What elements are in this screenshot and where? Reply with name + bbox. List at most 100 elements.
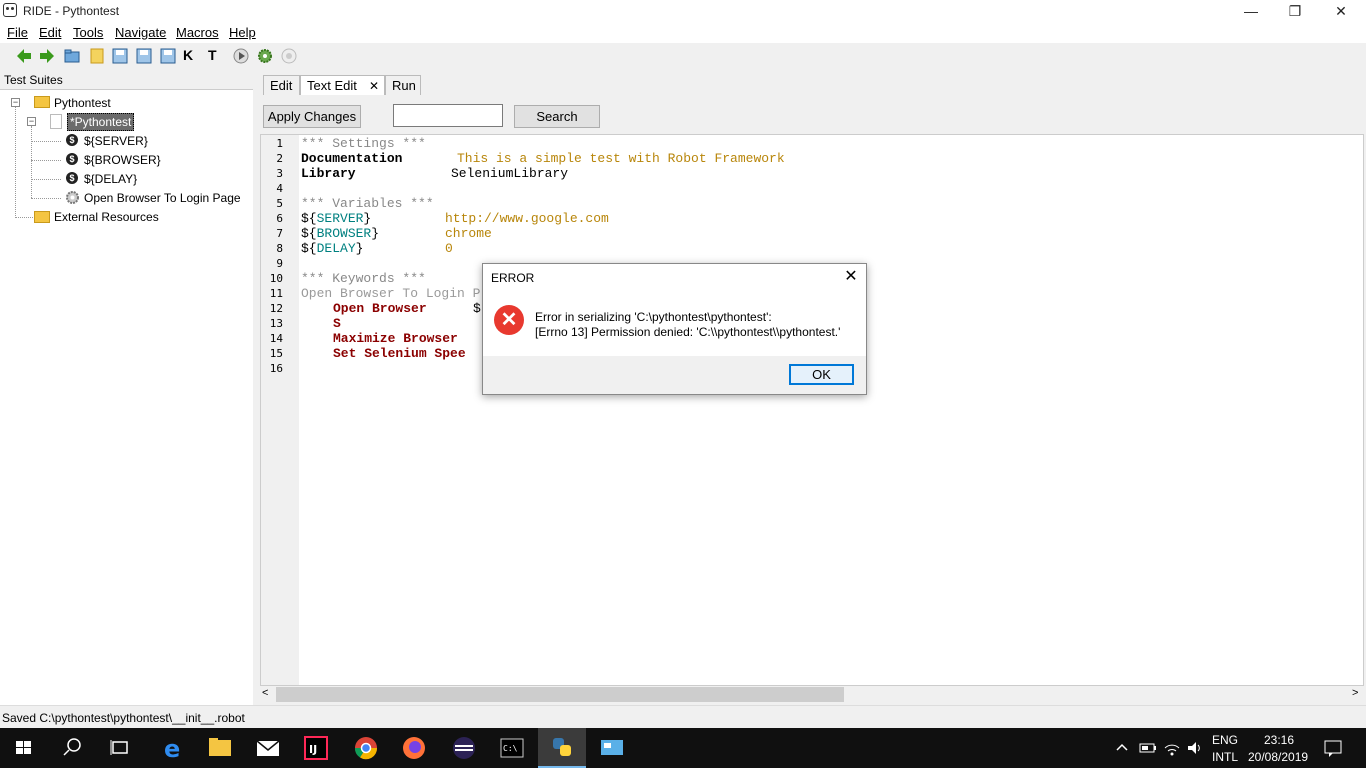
line-number: 14 <box>269 332 283 345</box>
dialog-message-line-1: Error in serializing 'C:\pythontest\pyth… <box>535 310 772 324</box>
menu-navigate[interactable]: Navigate <box>115 25 166 40</box>
variable-icon: $ <box>66 153 78 165</box>
volume-icon[interactable] <box>1186 739 1204 760</box>
save-all-icon[interactable] <box>135 47 153 65</box>
documentation-value: This is a simple test with Robot Framewo… <box>457 151 785 166</box>
variables-header: *** Variables *** <box>301 196 434 211</box>
var-brace: } <box>363 211 372 226</box>
var-brace: ${ <box>301 241 317 256</box>
search-icon[interactable] <box>48 728 96 768</box>
collapse-toggle[interactable]: − <box>27 117 36 126</box>
edge-icon[interactable]: e <box>148 728 196 768</box>
tree-line <box>31 179 61 180</box>
chrome-icon[interactable] <box>342 728 390 768</box>
save-as-icon[interactable] <box>159 47 177 65</box>
forward-arrow-icon[interactable] <box>38 47 56 65</box>
task-view-icon[interactable] <box>96 728 144 768</box>
var-brace: } <box>355 241 364 256</box>
eclipse-icon[interactable] <box>440 728 488 768</box>
language-top[interactable]: ENG <box>1212 733 1238 747</box>
keyword-search-icon[interactable]: K <box>183 47 201 65</box>
firefox-icon[interactable] <box>390 728 438 768</box>
tree-item-keyword[interactable]: Open Browser To Login Page <box>84 191 241 205</box>
line-number: 13 <box>269 317 283 330</box>
external-folder-icon <box>34 211 50 223</box>
keyword-gear-icon <box>65 190 80 208</box>
tree-item-delay[interactable]: ${DELAY} <box>84 172 137 186</box>
tab-text-edit[interactable]: Text Edit ✕ <box>300 75 385 95</box>
test-search-icon[interactable]: T <box>208 47 226 65</box>
text-editor[interactable] <box>260 134 1364 686</box>
clock-time[interactable]: 23:16 <box>1264 733 1294 747</box>
status-text: Saved C:\pythontest\pythontest\__init__.… <box>2 711 245 725</box>
settings-gear-icon[interactable] <box>256 47 274 65</box>
battery-icon[interactable] <box>1139 740 1157 759</box>
apply-changes-button[interactable]: Apply Changes <box>263 105 361 128</box>
search-input[interactable] <box>393 104 503 127</box>
svg-text:C:\: C:\ <box>503 744 518 753</box>
open-folder-icon[interactable] <box>63 47 81 65</box>
minimize-button[interactable]: — <box>1228 0 1274 22</box>
tab-edit[interactable]: Edit <box>263 75 300 95</box>
variable-delay-line: ${DELAY} <box>301 241 363 256</box>
scroll-right-icon[interactable]: > <box>1352 687 1358 699</box>
menu-help[interactable]: Help <box>229 25 256 40</box>
dialog-title: ERROR <box>491 271 535 285</box>
search-button[interactable]: Search <box>514 105 600 128</box>
variable-browser-value: chrome <box>445 226 492 241</box>
line-number: 6 <box>276 212 283 225</box>
file-icon <box>50 114 62 129</box>
scroll-left-icon[interactable]: < <box>262 687 268 699</box>
ok-button[interactable]: OK <box>789 364 854 385</box>
var-brace: } <box>371 226 380 241</box>
keyword-name-line: Open Browser To Login P <box>301 286 481 301</box>
var-brace: ${ <box>301 211 317 226</box>
tree-root-pythontest[interactable]: Pythontest <box>54 96 111 110</box>
stop-icon[interactable] <box>280 47 298 65</box>
line-number: 1 <box>276 137 283 150</box>
intellij-icon[interactable]: IJ <box>292 728 340 768</box>
python-icon[interactable] <box>538 728 586 768</box>
scrollbar-thumb[interactable] <box>276 687 844 702</box>
save-icon[interactable] <box>111 47 129 65</box>
tree-line <box>15 217 33 218</box>
menu-tools[interactable]: Tools <box>73 25 103 40</box>
menu-macros[interactable]: Macros <box>176 25 219 40</box>
tab-close-icon[interactable]: ✕ <box>369 79 379 93</box>
line-number: 3 <box>276 167 283 180</box>
keyword-step: Open Browser <box>333 301 427 316</box>
language-bottom[interactable]: INTL <box>1212 750 1238 764</box>
tab-run[interactable]: Run <box>385 75 421 95</box>
collapse-toggle[interactable]: − <box>11 98 20 107</box>
mail-icon[interactable] <box>244 728 292 768</box>
tree-line <box>31 160 61 161</box>
menu-file[interactable]: File <box>7 25 28 40</box>
tray-chevron-icon[interactable] <box>1115 738 1129 761</box>
wifi-icon[interactable] <box>1163 739 1181 760</box>
var-name: DELAY <box>316 241 356 256</box>
toolbar <box>0 43 1366 71</box>
terminal-icon[interactable]: C:\ <box>488 728 536 768</box>
menu-edit[interactable]: Edit <box>39 25 61 40</box>
var-brace: ${ <box>301 226 317 241</box>
start-icon[interactable] <box>0 728 48 768</box>
run-icon[interactable] <box>232 47 250 65</box>
library-keyword: Library <box>301 166 356 181</box>
dialog-close-button[interactable]: ✕ <box>843 268 859 286</box>
notifications-icon[interactable] <box>1323 738 1343 761</box>
restore-button[interactable]: ❐ <box>1272 0 1318 22</box>
keyword-step: S <box>333 316 341 331</box>
tree-external-resources[interactable]: External Resources <box>54 210 159 224</box>
folder-icon[interactable] <box>88 47 106 65</box>
clock-date[interactable]: 20/08/2019 <box>1248 750 1308 764</box>
file-explorer-icon[interactable] <box>196 728 244 768</box>
close-window-button[interactable]: ✕ <box>1318 0 1364 22</box>
back-arrow-icon[interactable] <box>15 47 33 65</box>
settings-header: *** Settings *** <box>301 136 426 151</box>
tree-item-server[interactable]: ${SERVER} <box>84 134 148 148</box>
line-number: 16 <box>269 362 283 375</box>
remote-desktop-icon[interactable] <box>588 728 636 768</box>
tree-item-browser[interactable]: ${BROWSER} <box>84 153 161 167</box>
tree-suite-selected[interactable]: *Pythontest <box>67 113 135 131</box>
dialog-message-line-2: [Errno 13] Permission denied: 'C:\\pytho… <box>535 325 841 339</box>
